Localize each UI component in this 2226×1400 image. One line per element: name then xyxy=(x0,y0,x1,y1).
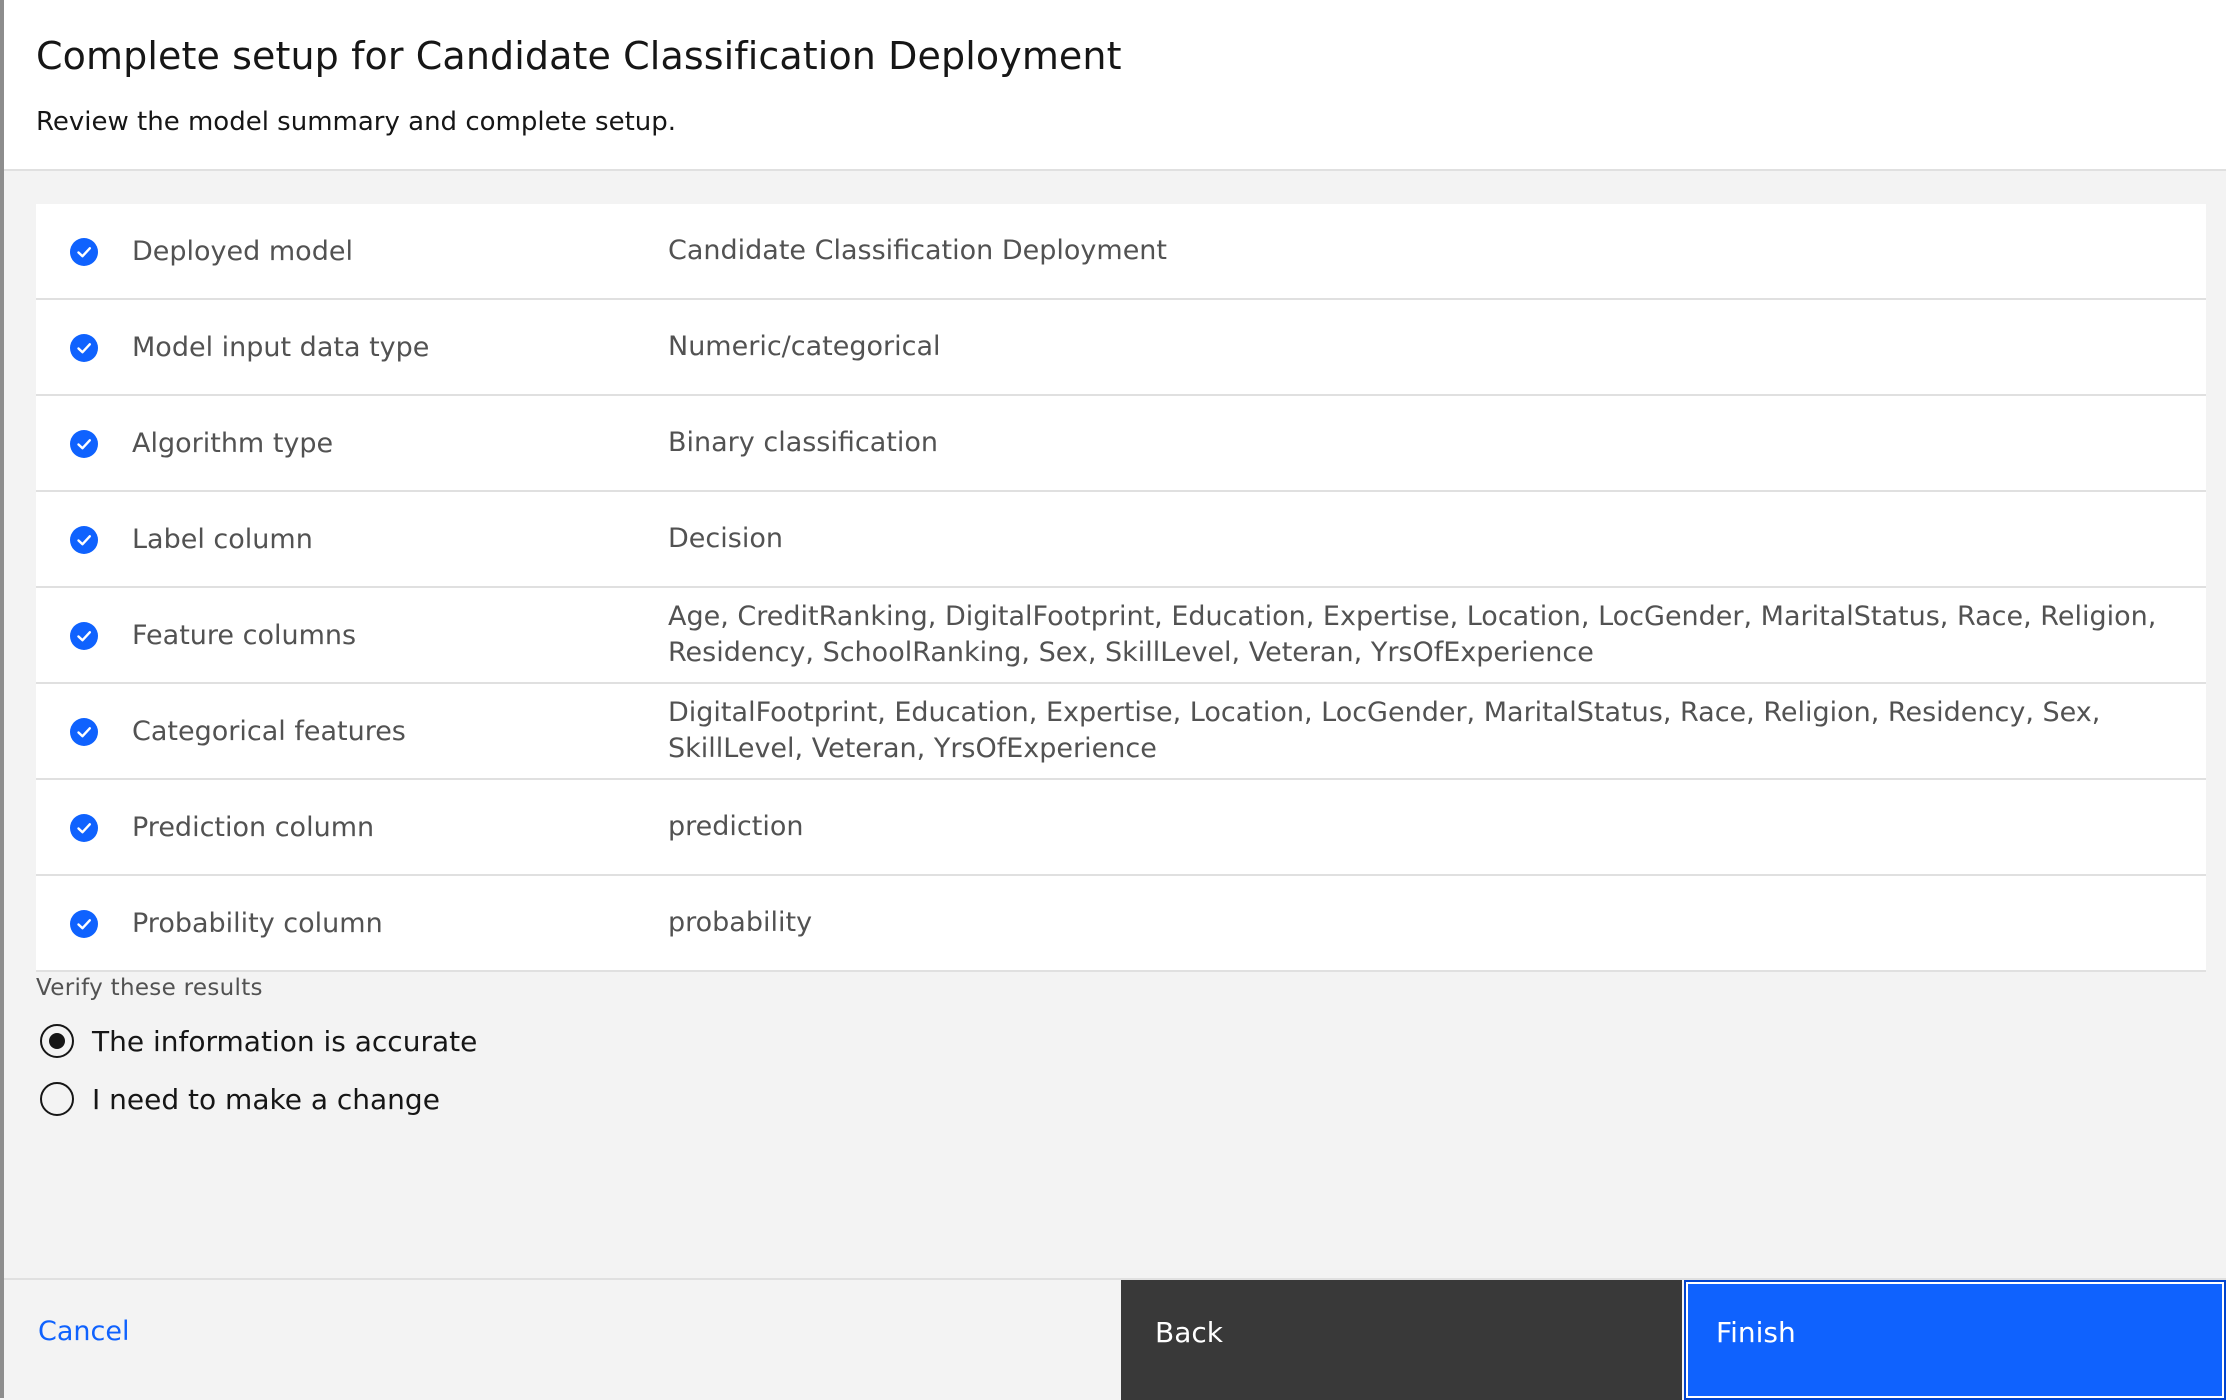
finish-button[interactable]: Finish xyxy=(1684,1280,2226,1400)
summary-row-categorical-features: Categorical features DigitalFootprint, E… xyxy=(36,684,2206,780)
page-subtitle: Review the model summary and complete se… xyxy=(36,107,677,137)
left-panel-edge xyxy=(0,0,4,1398)
finish-button-label: Finish xyxy=(1716,1316,1796,1349)
summary-row-value: Candidate Classification Deployment xyxy=(668,235,1167,266)
summary-row-label: Prediction column xyxy=(132,811,375,843)
summary-row-value: Numeric/categorical xyxy=(668,331,941,362)
summary-row-label: Label column xyxy=(132,523,313,555)
checkmark-filled-icon xyxy=(70,910,98,938)
summary-row-label-column: Label column Decision xyxy=(36,492,2206,588)
radio-information-accurate[interactable]: The information is accurate xyxy=(40,1024,477,1058)
summary-row-label: Probability column xyxy=(132,907,383,939)
summary-row-probability-column: Probability column probability xyxy=(36,876,2206,972)
radio-dot xyxy=(49,1033,65,1049)
radio-label[interactable]: The information is accurate xyxy=(92,1025,477,1058)
cancel-button[interactable]: Cancel xyxy=(38,1316,129,1347)
summary-row-feature-columns: Feature columns Age, CreditRanking, Digi… xyxy=(36,588,2206,684)
summary-row-value: Age, CreditRanking, DigitalFootprint, Ed… xyxy=(668,601,2157,668)
summary-row-deployed-model: Deployed model Candidate Classification … xyxy=(36,204,2206,300)
modal-header: Complete setup for Candidate Classificat… xyxy=(4,0,2226,171)
radio-button-selected[interactable] xyxy=(40,1024,74,1058)
summary-row-value: DigitalFootprint, Education, Expertise, … xyxy=(668,697,2101,764)
radio-need-change[interactable]: I need to make a change xyxy=(40,1082,440,1116)
back-button[interactable]: Back xyxy=(1121,1280,1682,1400)
radio-label[interactable]: I need to make a change xyxy=(92,1083,440,1116)
summary-row-value: Binary classification xyxy=(668,427,938,458)
summary-row-value: probability xyxy=(668,907,813,938)
checkmark-filled-icon xyxy=(70,814,98,842)
checkmark-filled-icon xyxy=(70,526,98,554)
checkmark-filled-icon xyxy=(70,238,98,266)
checkmark-filled-icon xyxy=(70,334,98,362)
checkmark-filled-icon xyxy=(70,622,98,650)
summary-row-label: Feature columns xyxy=(132,619,357,651)
summary-row-prediction-column: Prediction column prediction xyxy=(36,780,2206,876)
model-summary-list: Deployed model Candidate Classification … xyxy=(36,204,2206,972)
summary-row-value: Decision xyxy=(668,523,783,554)
checkmark-filled-icon xyxy=(70,718,98,746)
summary-row-value: prediction xyxy=(668,811,804,842)
summary-row-label: Deployed model xyxy=(132,235,353,267)
summary-row-algorithm-type: Algorithm type Binary classification xyxy=(36,396,2206,492)
page-title: Complete setup for Candidate Classificat… xyxy=(36,34,1122,78)
summary-row-input-data-type: Model input data type Numeric/categorica… xyxy=(36,300,2206,396)
summary-row-label: Model input data type xyxy=(132,331,430,363)
summary-row-label: Algorithm type xyxy=(132,427,334,459)
radio-button-unselected[interactable] xyxy=(40,1082,74,1116)
checkmark-filled-icon xyxy=(70,430,98,458)
summary-row-label: Categorical features xyxy=(132,715,406,747)
verify-results-label: Verify these results xyxy=(36,975,263,1001)
modal-footer: Cancel Back Finish xyxy=(4,1278,2226,1400)
back-button-label: Back xyxy=(1155,1316,1223,1349)
